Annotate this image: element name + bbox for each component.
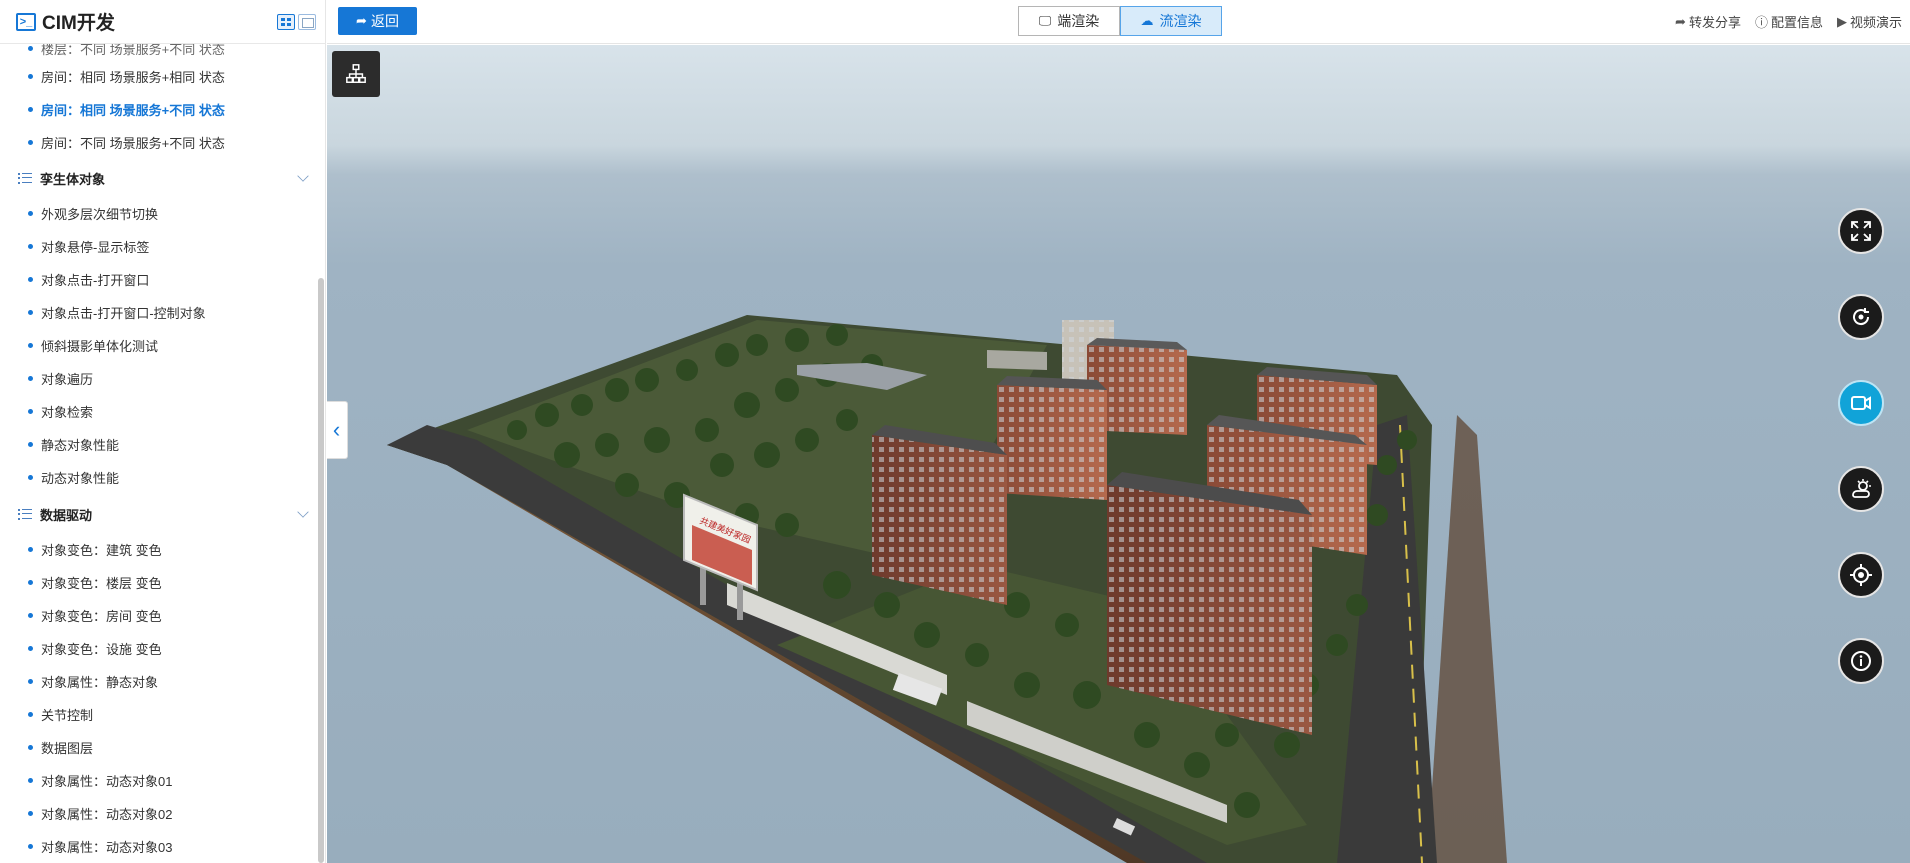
- list-icon: [18, 508, 32, 520]
- play-circle-icon: ▶: [1836, 13, 1847, 29]
- list-view-icon[interactable]: [298, 14, 316, 30]
- sidebar-scrollbar[interactable]: [318, 278, 324, 863]
- rotate-button[interactable]: [1838, 294, 1884, 340]
- bullet-icon: [28, 441, 33, 447]
- camera-icon: [1851, 396, 1871, 410]
- bullet-icon: [28, 45, 33, 51]
- menu-item[interactable]: 对象检索: [28, 401, 93, 421]
- menu-item[interactable]: 外观多层次细节切换: [28, 203, 158, 223]
- menu-item[interactable]: 对象变色：建筑 变色: [28, 539, 162, 559]
- sidebar-header: >_ CIM开发: [0, 0, 326, 44]
- bullet-icon: [28, 810, 33, 816]
- top-toolbar: ➦ 返回 🖵 端渲染 ☁ 流渲染 ➦ 转发分享 ⓘ 配置信息 ▶ 视频演示: [327, 0, 1910, 44]
- menu-item[interactable]: 数据图层: [28, 737, 93, 757]
- terrain-edge: [1427, 415, 1507, 863]
- menu-item[interactable]: 对象悬停-显示标签: [28, 236, 149, 256]
- bullet-icon: [28, 243, 33, 249]
- menu-item[interactable]: 对象变色：楼层 变色: [28, 572, 162, 592]
- client-render-button[interactable]: 🖵 端渲染: [1018, 6, 1120, 36]
- menu-item[interactable]: 对象属性：静态对象: [28, 671, 158, 691]
- bullet-icon: [28, 711, 33, 717]
- render-mode-toggle: 🖵 端渲染 ☁ 流渲染: [1018, 6, 1222, 36]
- fullscreen-button[interactable]: [1838, 208, 1884, 254]
- 3d-viewport[interactable]: 共建美好家园 ‹: [327, 45, 1910, 863]
- bullet-icon: [28, 139, 33, 145]
- menu-item[interactable]: 对象点击-打开窗口-控制对象: [28, 302, 206, 322]
- back-arrow-icon: ➦: [356, 13, 367, 28]
- menu-item[interactable]: 静态对象性能: [28, 434, 119, 454]
- menu-item[interactable]: 房间：不同 场景服务+不同 状态: [28, 132, 225, 152]
- info-icon: [1851, 651, 1871, 671]
- menu-item[interactable]: 关节控制: [28, 704, 93, 724]
- bullet-icon: [28, 309, 33, 315]
- section-header-data-driven[interactable]: 数据驱动: [18, 502, 309, 526]
- info-circle-icon: ⓘ: [1754, 15, 1768, 30]
- menu-item[interactable]: 房间：相同 场景服务+相同 状态: [28, 66, 225, 86]
- section-header-twin-objects[interactable]: 孪生体对象: [18, 166, 309, 190]
- chevron-down-icon[interactable]: [297, 170, 309, 182]
- bullet-icon: [28, 546, 33, 552]
- city-scene[interactable]: 共建美好家园: [327, 45, 1910, 863]
- sitemap-icon: [346, 64, 366, 83]
- back-button[interactable]: ➦ 返回: [338, 7, 417, 35]
- locate-icon: [1850, 564, 1872, 586]
- building: [997, 376, 1107, 500]
- rotate-icon: [1853, 308, 1870, 326]
- bullet-icon: [28, 843, 33, 849]
- list-icon: [18, 172, 32, 184]
- building: [987, 350, 1047, 370]
- video-demo-link[interactable]: ▶ 视频演示: [1837, 12, 1902, 31]
- bullet-icon: [28, 342, 33, 348]
- hierarchy-button[interactable]: [332, 51, 380, 97]
- bullet-icon: [28, 210, 33, 216]
- sidebar-menu: 楼层：不同 场景服务+不同 状态 房间：相同 场景服务+相同 状态 房间：相同 …: [0, 44, 316, 863]
- menu-item[interactable]: 动态对象性能: [28, 467, 119, 487]
- toolbar-links: ➦ 转发分享 ⓘ 配置信息 ▶ 视频演示: [1675, 12, 1902, 31]
- chevron-left-icon: ‹: [332, 417, 341, 442]
- stream-render-button[interactable]: ☁ 流渲染: [1120, 6, 1222, 36]
- menu-item[interactable]: 对象点击-打开窗口: [28, 269, 149, 289]
- bullet-icon: [28, 678, 33, 684]
- config-info-link[interactable]: ⓘ 配置信息: [1755, 12, 1823, 31]
- menu-item[interactable]: 对象属性：动态对象02: [28, 803, 172, 823]
- menu-item[interactable]: 对象变色：房间 变色: [28, 605, 162, 625]
- building: [872, 425, 1007, 605]
- menu-item[interactable]: 倾斜摄影单体化测试: [28, 335, 158, 355]
- weather-icon: [1852, 479, 1871, 498]
- bullet-icon: [28, 579, 33, 585]
- fullscreen-icon: [1851, 221, 1871, 241]
- menu-item[interactable]: 对象属性：动态对象01: [28, 770, 172, 790]
- bullet-icon: [28, 744, 33, 750]
- bullet-icon: [28, 408, 33, 414]
- bullet-icon: [28, 474, 33, 480]
- bullet-icon: [28, 777, 33, 783]
- sidebar: >_ CIM开发 楼层：不同 场景服务+不同 状态 房间：相同 场景服务+相同 …: [0, 0, 326, 863]
- bullet-icon: [28, 645, 33, 651]
- collapse-sidebar-button[interactable]: ‹: [327, 401, 348, 459]
- bullet-icon: [28, 612, 33, 618]
- chevron-down-icon[interactable]: [297, 506, 309, 518]
- camera-button[interactable]: [1838, 380, 1884, 426]
- bullet-icon: [28, 375, 33, 381]
- app-title: CIM开发: [42, 13, 115, 34]
- view-toggle: [277, 14, 316, 30]
- menu-item-active[interactable]: 房间：相同 场景服务+不同 状态: [28, 99, 225, 119]
- terminal-icon: >_: [16, 12, 36, 31]
- menu-item[interactable]: 楼层：不同 场景服务+不同 状态: [28, 44, 225, 58]
- grid-view-icon[interactable]: [277, 14, 295, 30]
- share-link[interactable]: ➦ 转发分享: [1675, 12, 1741, 31]
- menu-item[interactable]: 对象变色：设施 变色: [28, 638, 162, 658]
- bullet-icon: [28, 106, 33, 112]
- cloud-download-icon: ☁: [1140, 13, 1154, 28]
- bullet-icon: [28, 276, 33, 282]
- weather-button[interactable]: [1838, 466, 1884, 512]
- menu-item[interactable]: 对象属性：动态对象03: [28, 836, 172, 856]
- menu-item[interactable]: 对象遍历: [28, 368, 93, 388]
- locate-button[interactable]: [1838, 552, 1884, 598]
- info-button[interactable]: [1838, 638, 1884, 684]
- share-arrow-icon: ➦: [1675, 13, 1686, 29]
- monitor-icon: 🖵: [1038, 13, 1052, 28]
- bullet-icon: [28, 73, 33, 79]
